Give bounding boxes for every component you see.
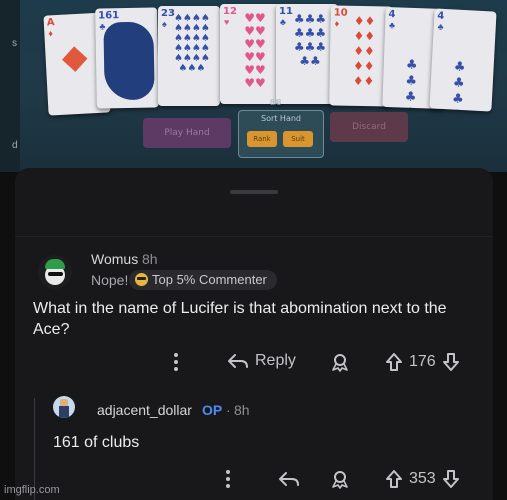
upvote-icon[interactable]: [385, 469, 403, 489]
card-161-of-clubs[interactable]: 161 ♣: [95, 7, 159, 109]
watermark: imgflip.com: [4, 484, 60, 496]
club-pip-blob: [103, 21, 155, 101]
vote-controls: 353: [385, 469, 460, 489]
avatar-sunglasses: [48, 272, 63, 276]
more-options-icon[interactable]: [173, 352, 179, 377]
club-icon: ♣: [437, 21, 444, 32]
award-icon[interactable]: [330, 469, 350, 494]
more-options-icon[interactable]: [225, 469, 231, 494]
card-rank: 12: [223, 6, 237, 17]
sort-hand-label: Sort Hand: [260, 114, 301, 123]
vote-controls: 176: [385, 352, 460, 372]
game-screenshot: s d A ♦ 161 ♣ 23 ♠ ♠♠♠♠♠♠♠♠♠♠♠♠♠♠♠♠♠♠♠♠♠…: [0, 0, 507, 172]
card-12-of-hearts[interactable]: 12 ♥ ♥♥♥♥♥♥♥♥♥♥♥♥: [220, 4, 282, 104]
spade-icon: ♠: [162, 19, 167, 29]
op-tag: OP: [202, 402, 223, 418]
upvote-icon[interactable]: [385, 352, 403, 372]
club-icon: ♣: [280, 17, 286, 27]
avatar[interactable]: [53, 396, 75, 418]
card-rank: 4: [388, 9, 396, 21]
award-icon[interactable]: [330, 352, 350, 377]
card-rank: 11: [279, 6, 293, 17]
sidebar-letter: s: [12, 38, 17, 49]
reply-label: Reply: [255, 352, 296, 369]
hand-size-counter: 8/8: [270, 98, 282, 107]
heart-pips: ♥♥♥♥♥♥♥♥♥♥♥♥: [244, 11, 266, 90]
comment-timestamp: 8h: [142, 251, 158, 267]
sort-hand-panel: Sort Hand Rank Suit: [238, 110, 324, 158]
meta-separator: ·: [132, 251, 137, 267]
card-4-of-clubs[interactable]: 4 ♣ ♣♣♣♣: [429, 8, 497, 112]
vote-count: 176: [409, 353, 436, 370]
diamond-icon: [62, 46, 88, 72]
sidebar-letter: d: [12, 140, 18, 151]
reply-timestamp: 8h: [234, 402, 250, 418]
spade-pips: ♠♠♠♠♠♠♠♠♠♠♠♠♠♠♠♠♠♠♠♠♠♠♠: [174, 13, 210, 74]
reply-username[interactable]: adjacent_dollar: [97, 402, 192, 418]
diamond-pips: ♦♦♦♦♦♦♦♦♦♦: [352, 13, 376, 89]
discard-button[interactable]: Discard: [330, 112, 408, 142]
user-flair: Nope!: [91, 272, 129, 288]
card-23-of-spades[interactable]: 23 ♠ ♠♠♠♠♠♠♠♠♠♠♠♠♠♠♠♠♠♠♠♠♠♠♠: [158, 6, 220, 106]
reply-arrow-icon: [228, 354, 248, 368]
avatar-hat: [45, 259, 65, 269]
diamond-icon: ♦: [334, 18, 340, 29]
badge-label: Top 5% Commenter: [152, 272, 267, 287]
vote-count: 353: [409, 470, 436, 487]
top-commenter-badge: Top 5% Commenter: [129, 270, 277, 290]
sunglasses-emoji-icon: [135, 273, 148, 286]
drag-handle[interactable]: [230, 190, 278, 194]
meta-separator: ·: [226, 402, 231, 418]
divider: [15, 236, 493, 237]
club-pips: ♣♣♣♣: [451, 59, 478, 112]
avatar-body: [59, 406, 69, 418]
downvote-icon[interactable]: [442, 469, 460, 489]
play-hand-button[interactable]: Play Hand: [143, 118, 231, 148]
sort-suit-button[interactable]: Suit: [283, 131, 313, 147]
sort-rank-button[interactable]: Rank: [247, 131, 277, 147]
club-icon: ♣: [99, 21, 106, 32]
diamond-icon: ♦: [48, 28, 54, 39]
reply-button[interactable]: Reply: [227, 352, 296, 370]
card-rank: 161: [98, 10, 120, 22]
reply-arrow-icon[interactable]: [278, 470, 300, 493]
heart-icon: ♥: [224, 17, 230, 27]
club-icon: ♣: [388, 20, 396, 31]
reply-body: 161 of clubs: [53, 434, 140, 451]
card-rank: A: [46, 17, 55, 29]
comments-panel: Womus · 8h Nope! Top 5% Commenter What i…: [15, 168, 493, 500]
card-rank: 10: [333, 7, 348, 19]
card-rank: 4: [436, 10, 445, 22]
downvote-icon[interactable]: [442, 352, 460, 372]
avatar[interactable]: [38, 255, 72, 289]
club-pips: ♣♣♣♣♣♣♣♣♣♣♣: [293, 12, 327, 68]
comment-body: What in the name of Lucifer is that abom…: [33, 300, 447, 338]
